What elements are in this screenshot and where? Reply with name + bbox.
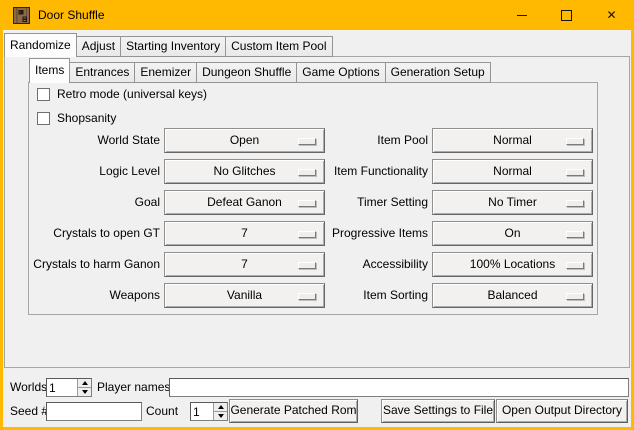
weapons-label: Weapons: [30, 283, 160, 308]
close-icon: ✕: [606, 9, 616, 21]
item-sorting-value: Balanced: [487, 288, 537, 302]
dropdown-indicator-icon: [566, 138, 584, 145]
tab-starting-inventory[interactable]: Starting Inventory: [120, 36, 226, 57]
maximize-icon: [561, 10, 572, 21]
count-spinbox: [190, 402, 228, 421]
worlds-spinbox: [46, 378, 92, 397]
seed-input[interactable]: [46, 402, 142, 421]
shopsanity-checkbox[interactable]: [37, 112, 50, 125]
count-spin-down-button[interactable]: [214, 411, 227, 420]
item-functionality-value: Normal: [493, 164, 532, 178]
retro-mode-checkbox-row: Retro mode (universal keys): [37, 87, 207, 101]
sub-tab-bar: Items Entrances Enemizer Dungeon Shuffle…: [29, 58, 490, 83]
minimize-icon: [517, 15, 527, 16]
arrow-down-icon: [218, 414, 224, 418]
close-button[interactable]: ✕: [589, 0, 634, 30]
crystals-open-gt-label: Crystals to open GT: [30, 221, 160, 246]
generate-patched-rom-button[interactable]: Generate Patched Rom: [229, 399, 358, 423]
seed-label: Seed #: [10, 402, 48, 421]
arrow-down-icon: [82, 390, 88, 394]
world-state-value: Open: [230, 133, 259, 147]
item-pool-label: Item Pool: [268, 128, 428, 153]
player-names-input[interactable]: [169, 378, 629, 397]
subtab-enemizer[interactable]: Enemizer: [134, 62, 197, 83]
worlds-input[interactable]: [47, 379, 77, 396]
dropdown-indicator-icon: [566, 231, 584, 238]
item-sorting-dropdown[interactable]: Balanced: [432, 283, 593, 308]
save-settings-button[interactable]: Save Settings to File: [381, 399, 495, 423]
tab-custom-item-pool[interactable]: Custom Item Pool: [225, 36, 332, 57]
dropdown-indicator-icon: [566, 200, 584, 207]
shopsanity-label: Shopsanity: [57, 111, 116, 125]
count-label: Count: [146, 402, 178, 421]
subtab-items[interactable]: Items: [29, 58, 70, 83]
count-input[interactable]: [191, 403, 213, 420]
progressive-items-label: Progressive Items: [268, 221, 428, 246]
logic-level-label: Logic Level: [30, 159, 160, 184]
count-spin-up-button[interactable]: [214, 403, 227, 411]
main-tab-bar: Randomize Adjust Starting Inventory Cust…: [4, 33, 332, 57]
worlds-spin-up-button[interactable]: [78, 379, 91, 387]
retro-mode-checkbox[interactable]: [37, 88, 50, 101]
arrow-up-icon: [218, 405, 224, 409]
timer-setting-label: Timer Setting: [268, 190, 428, 215]
subtab-dungeon-shuffle[interactable]: Dungeon Shuffle: [196, 62, 297, 83]
weapons-value: Vanilla: [227, 288, 262, 302]
goal-label: Goal: [30, 190, 160, 215]
dropdown-indicator-icon: [566, 293, 584, 300]
accessibility-dropdown[interactable]: 100% Locations: [432, 252, 593, 277]
timer-setting-value: No Timer: [488, 195, 537, 209]
shopsanity-checkbox-row: Shopsanity: [37, 111, 116, 125]
maximize-button[interactable]: [544, 0, 589, 30]
progressive-items-dropdown[interactable]: On: [432, 221, 593, 246]
minimize-button[interactable]: [499, 0, 544, 30]
dropdown-indicator-icon: [566, 262, 584, 269]
worlds-spin-down-button[interactable]: [78, 387, 91, 396]
worlds-spin-buttons: [77, 379, 91, 396]
arrow-up-icon: [82, 381, 88, 385]
crystals-open-gt-value: 7: [241, 226, 248, 240]
crystals-harm-ganon-label: Crystals to harm Ganon: [30, 252, 160, 277]
worlds-label: Worlds: [10, 378, 47, 397]
timer-setting-dropdown[interactable]: No Timer: [432, 190, 593, 215]
window-title: Door Shuffle: [38, 0, 105, 30]
app-icon[interactable]: [13, 7, 30, 24]
subtab-game-options[interactable]: Game Options: [296, 62, 385, 83]
subtab-entrances[interactable]: Entrances: [69, 62, 135, 83]
count-spin-buttons: [213, 403, 227, 420]
item-pool-dropdown[interactable]: Normal: [432, 128, 593, 153]
open-output-directory-button[interactable]: Open Output Directory: [496, 399, 628, 423]
item-functionality-dropdown[interactable]: Normal: [432, 159, 593, 184]
title-bar: Door Shuffle ✕: [0, 0, 634, 30]
retro-mode-label: Retro mode (universal keys): [57, 87, 207, 101]
world-state-label: World State: [30, 128, 160, 153]
player-names-label: Player names: [97, 378, 170, 397]
progressive-items-value: On: [504, 226, 520, 240]
accessibility-label: Accessibility: [268, 252, 428, 277]
subtab-generation-setup[interactable]: Generation Setup: [385, 62, 491, 83]
dropdown-indicator-icon: [566, 169, 584, 176]
accessibility-value: 100% Locations: [470, 257, 555, 271]
item-functionality-label: Item Functionality: [268, 159, 428, 184]
crystals-harm-ganon-value: 7: [241, 257, 248, 271]
item-pool-value: Normal: [493, 133, 532, 147]
item-sorting-label: Item Sorting: [268, 283, 428, 308]
tab-adjust[interactable]: Adjust: [76, 36, 121, 57]
tab-randomize[interactable]: Randomize: [4, 33, 77, 57]
logic-level-value: No Glitches: [213, 164, 275, 178]
